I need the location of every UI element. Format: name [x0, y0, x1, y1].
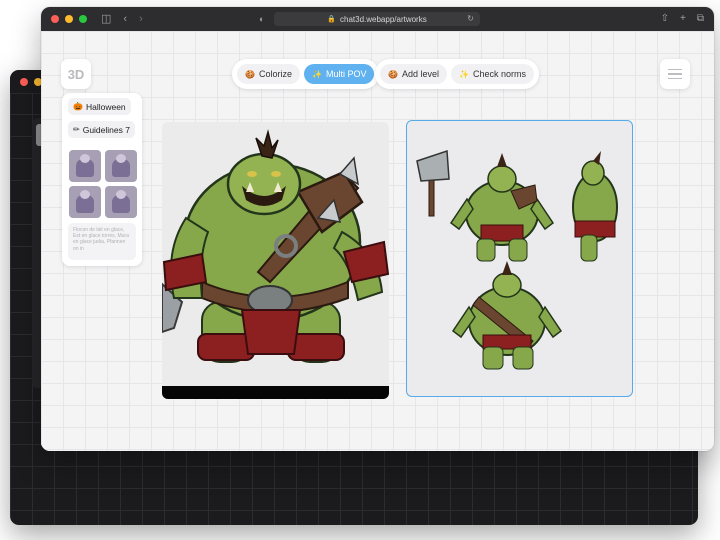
artwork-card-multi-pov[interactable]: [406, 120, 633, 397]
hamburger-menu-button[interactable]: [660, 59, 690, 89]
browser-window: ◫ ‹ › ◐ 🔒 chat3d.webapp/artworks ↻ ⇧ + ⧉…: [41, 7, 714, 451]
app-logo[interactable]: 3D: [61, 59, 91, 89]
sparkle-icon: ✨: [311, 69, 322, 79]
toolbar-group-review: 🍪 Add level ✨ Check norms: [375, 59, 539, 89]
lock-icon: 🔒: [327, 16, 336, 23]
desktop: ◫ ‹ › ◐ 🔒 chat3d.webapp/artworks ↻ ⇧ + ⧉…: [0, 0, 720, 540]
new-tab-icon[interactable]: +: [680, 7, 686, 31]
add-level-button[interactable]: 🍪 Add level: [380, 64, 447, 84]
theme-chip[interactable]: 🎃 Halloween: [68, 98, 131, 115]
toolbar-group-generate: 🍪 Colorize ✨ Multi POV: [232, 59, 380, 89]
minimize-dot-icon[interactable]: [65, 15, 73, 23]
orc-multi-view-sheet: [416, 149, 618, 370]
pumpkin-icon: 🎃: [73, 102, 83, 111]
close-dot-icon[interactable]: [51, 15, 59, 23]
artwork-card-main[interactable]: [162, 122, 389, 399]
card-footer-bar: [162, 386, 389, 399]
tabs-overview-icon[interactable]: ⧉: [697, 7, 704, 31]
close-dot-icon[interactable]: [20, 77, 28, 86]
address-bar[interactable]: 🔒 chat3d.webapp/artworks ↻: [274, 12, 480, 26]
pie-icon: 🍪: [388, 69, 398, 79]
reference-note: Flocon de lait en glace, Est en glace to…: [68, 223, 136, 260]
multi-pov-button[interactable]: ✨ Multi POV: [303, 64, 375, 84]
orc-illustration: [162, 129, 389, 363]
forward-arrow-icon[interactable]: ›: [139, 7, 143, 31]
reference-thumbnail[interactable]: [69, 150, 101, 182]
pencil-icon: ✏: [73, 125, 80, 134]
sparkle-icon: ✨: [459, 69, 469, 79]
browser-titlebar: ◫ ‹ › ◐ 🔒 chat3d.webapp/artworks ↻ ⇧ + ⧉: [41, 7, 714, 31]
reload-icon[interactable]: ↻: [467, 12, 474, 26]
reference-thumbnail[interactable]: [105, 150, 137, 182]
sidebar-toggle-icon[interactable]: ◫: [101, 7, 111, 31]
reference-thumbnail[interactable]: [69, 186, 101, 218]
shield-icon: ◐: [259, 14, 265, 24]
colorize-button[interactable]: 🍪 Colorize: [237, 64, 300, 84]
url-text: chat3d.webapp/artworks: [340, 14, 427, 24]
reference-panel: 🎃 Halloween ✏ Guidelines 7 Flocon de lai…: [62, 93, 142, 266]
share-icon[interactable]: ⇧: [661, 7, 669, 31]
artboard-canvas[interactable]: 3D 🍪 Colorize ✨ Multi POV 🍪 Add level ✨: [41, 31, 714, 451]
reference-thumbnail[interactable]: [105, 186, 137, 218]
check-norms-button[interactable]: ✨ Check norms: [451, 64, 534, 84]
back-arrow-icon[interactable]: ‹: [123, 7, 127, 31]
guidelines-chip[interactable]: ✏ Guidelines 7: [68, 121, 135, 138]
zoom-dot-icon[interactable]: [79, 15, 87, 23]
reference-thumbnails: [69, 150, 137, 218]
pie-icon: 🍪: [245, 69, 255, 79]
